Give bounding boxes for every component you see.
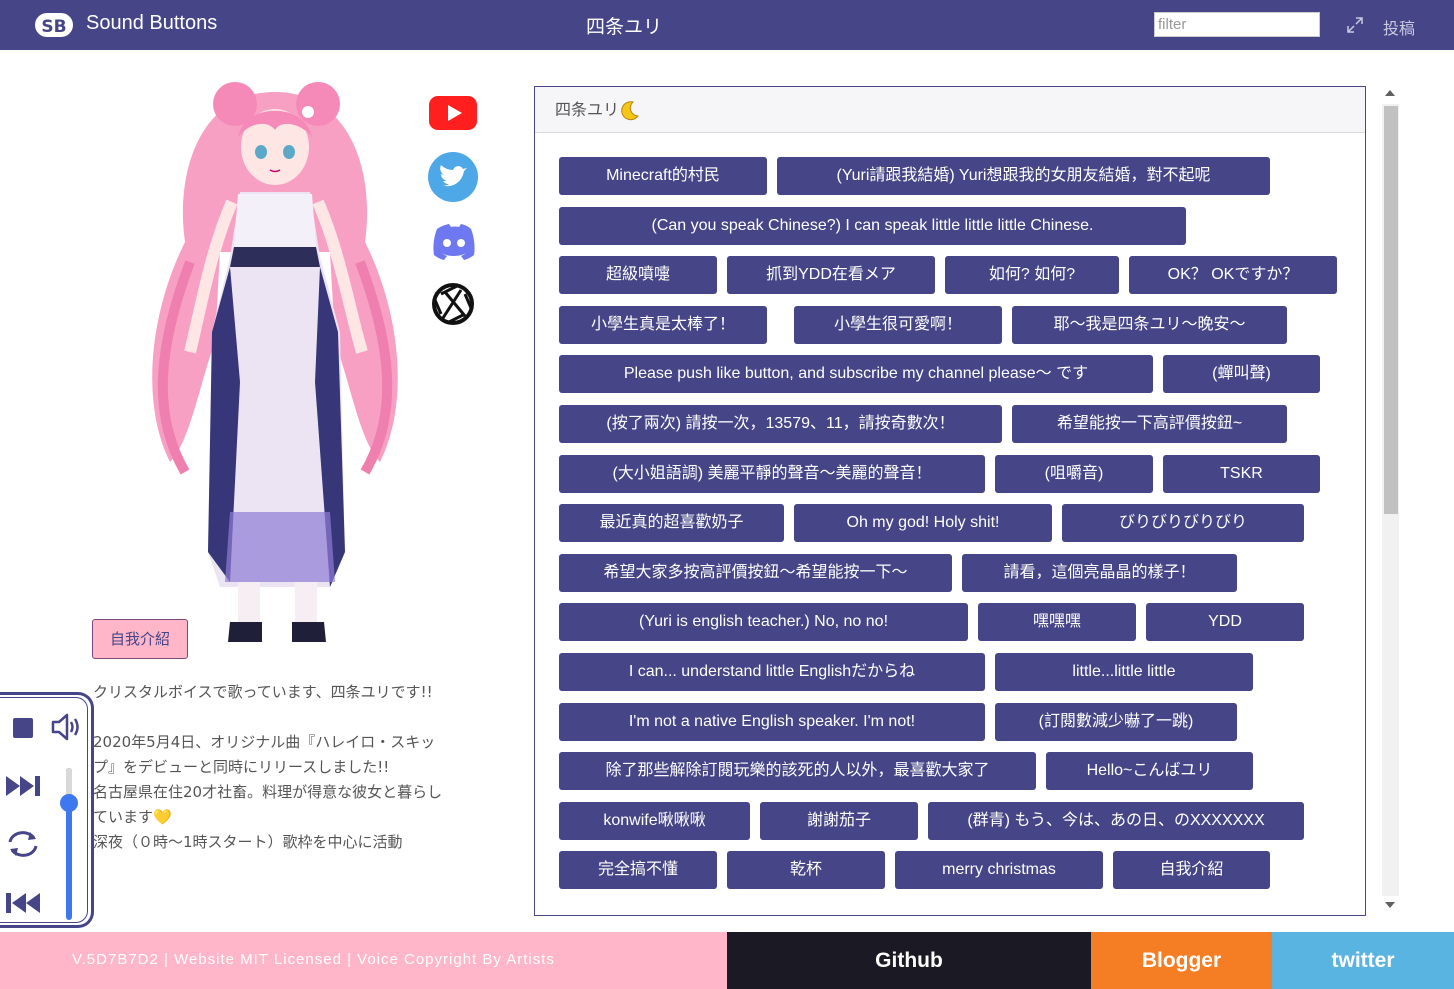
sound-button[interactable]: (蟬叫聲) — [1163, 355, 1320, 394]
sound-button[interactable]: TSKR — [1163, 454, 1320, 493]
panel-header: 四条ユリ — [535, 87, 1365, 133]
youtube-icon[interactable] — [427, 88, 479, 140]
next-track-icon[interactable] — [4, 772, 42, 800]
panel-title: 四条ユリ — [555, 100, 620, 119]
sound-button[interactable]: (訂閱數減少嚇了一跳) — [995, 702, 1237, 741]
volume-icon[interactable] — [50, 712, 84, 742]
twitter-link[interactable]: twitter — [1272, 932, 1454, 989]
repeat-icon[interactable] — [4, 828, 42, 860]
volume-slider-thumb[interactable] — [60, 794, 78, 812]
sound-button[interactable]: merry christmas — [895, 851, 1103, 890]
sound-button[interactable]: (Can you speak Chinese?) I can speak lit… — [559, 206, 1186, 245]
sound-button[interactable]: 希望大家多按高評價按鈕～希望能按一下～ — [559, 553, 952, 592]
footer-info-bar: V.5D7B7D2 | Website MIT Licensed | Voice… — [0, 932, 727, 989]
expand-icon[interactable] — [1346, 16, 1364, 34]
sound-button[interactable]: (咀嚼音) — [995, 454, 1153, 493]
sound-button[interactable]: (Yuri is english teacher.) No, no no! — [559, 603, 968, 642]
sound-button[interactable]: 小學生真是太棒了！ — [559, 305, 767, 344]
sound-button[interactable]: Please push like button, and subscribe m… — [559, 355, 1153, 394]
vtuber-avatar-image — [152, 82, 398, 642]
sound-button[interactable]: Oh my god! Holy shit! — [794, 504, 1052, 543]
top-header: SB Sound Buttons 四条ユリ 投稿 — [0, 0, 1454, 50]
filter-input[interactable] — [1154, 12, 1320, 37]
scrollbar-thumb[interactable] — [1384, 106, 1398, 514]
sound-button-panel: 四条ユリ Minecraft的村民 (Yuri請跟我結婚) Yuri想跟我的女朋友… — [534, 86, 1366, 916]
sound-button[interactable]: (按了兩次) 請按一次，13579、11，請按奇數次！ — [559, 405, 1002, 443]
sound-button[interactable]: 嘿嘿嘿 — [978, 603, 1136, 642]
version-license-text: V.5D7B7D2 | Website MIT Licensed | Voice… — [72, 951, 555, 968]
sound-button[interactable]: 謝謝茄子 — [760, 801, 918, 840]
svg-text:SB: SB — [41, 17, 66, 37]
crescent-moon-icon — [621, 100, 639, 120]
previous-track-icon[interactable] — [4, 889, 42, 917]
profile-description: クリスタルボイスで歌っています、四条ユリです!! 2020年5月4日、オリジナル… — [93, 683, 443, 851]
sound-button[interactable]: 最近真的超喜歡奶子 — [559, 504, 784, 543]
sound-button[interactable]: 抓到YDD在看メア — [727, 256, 935, 295]
sound-button[interactable]: little...little little — [995, 653, 1253, 691]
sound-button[interactable]: 請看，這個亮晶晶的樣子！ — [962, 553, 1237, 592]
sound-button[interactable]: びりびりびりびり — [1062, 504, 1304, 543]
sound-button[interactable]: 小學生很可愛啊！ — [794, 305, 1002, 344]
sound-buttons-logo-icon[interactable]: SB — [34, 11, 74, 39]
discord-icon[interactable] — [427, 215, 479, 267]
sound-button[interactable]: konwife啾啾啾 — [559, 801, 750, 840]
sound-button[interactable]: YDD — [1146, 603, 1304, 642]
website-icon[interactable] — [427, 278, 479, 330]
sound-button[interactable]: Hello~こんばユリ — [1046, 752, 1253, 791]
post-link[interactable]: 投稿 — [1383, 15, 1415, 39]
sound-button[interactable]: 自我介紹 — [1113, 851, 1270, 890]
sound-button[interactable]: I can... understand little Englishだからね — [559, 653, 985, 691]
github-link[interactable]: Github — [727, 932, 1091, 989]
sound-button[interactable]: (Yuri請跟我結婚) Yuri想跟我的女朋友結婚，對不起呢 — [777, 157, 1270, 195]
sound-button[interactable]: (群青) もう、今は、あの日、のXXXXXXX — [928, 801, 1304, 840]
sound-button[interactable]: (大小姐語調) 美麗平靜的聲音～美麗的聲音！ — [559, 454, 985, 493]
footer: V.5D7B7D2 | Website MIT Licensed | Voice… — [0, 932, 1454, 989]
sound-button[interactable]: 如何? 如何? — [945, 256, 1119, 295]
sound-button[interactable]: 希望能按一下高評價按鈕~ — [1012, 405, 1287, 443]
blogger-link[interactable]: Blogger — [1091, 932, 1272, 989]
self-intro-button[interactable]: 自我介紹 — [92, 619, 188, 659]
sound-button[interactable]: 耶～我是四条ユリ～晚安～ — [1012, 305, 1287, 344]
brand-name[interactable]: Sound Buttons — [86, 12, 217, 35]
scroll-down-arrow[interactable] — [1385, 902, 1395, 908]
sound-button[interactable]: 超級噴嚏 — [559, 256, 717, 295]
page-title: 四条ユリ — [586, 16, 663, 38]
scroll-up-arrow[interactable] — [1385, 90, 1395, 96]
sound-button[interactable]: I'm not a native English speaker. I'm no… — [559, 702, 985, 741]
sound-button[interactable]: 乾杯 — [727, 851, 885, 890]
sound-button[interactable]: OK？ OKですか？ — [1129, 256, 1337, 295]
sound-button[interactable]: 除了那些解除訂閱玩樂的該死的人以外，最喜歡大家了 — [559, 752, 1036, 791]
twitter-icon[interactable] — [427, 151, 479, 203]
sound-button[interactable]: Minecraft的村民 — [559, 157, 767, 195]
sound-button[interactable]: 完全搞不懂 — [559, 851, 717, 890]
stop-icon[interactable] — [11, 716, 35, 740]
